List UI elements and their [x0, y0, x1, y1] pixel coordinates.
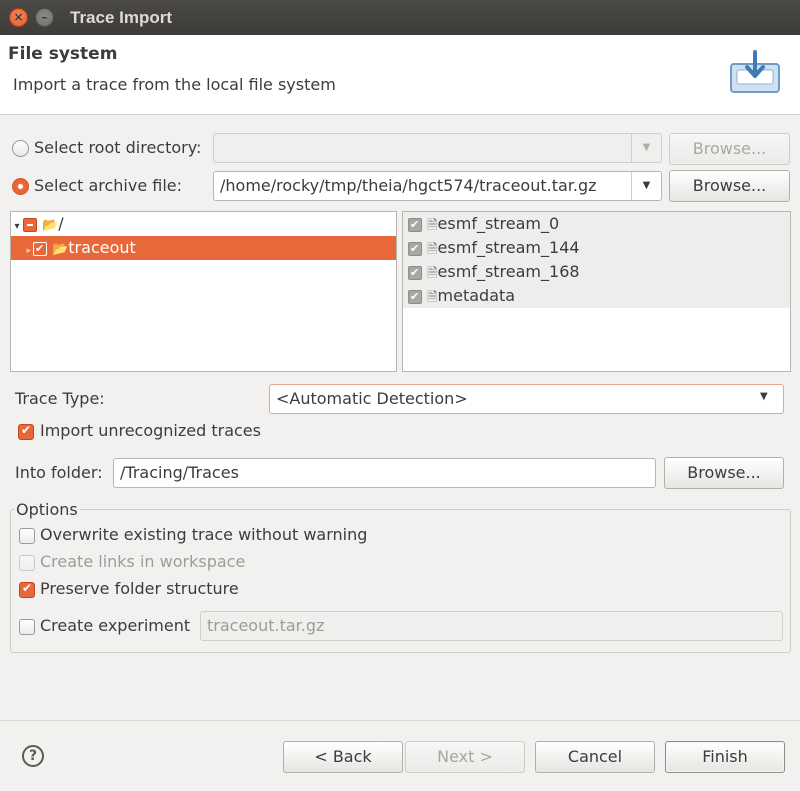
archive-file-browse-button[interactable]: Browse... — [669, 170, 790, 202]
root-directory-label: Select root directory: — [34, 138, 202, 157]
file-icon: 🗎 — [427, 218, 438, 233]
folder-open-icon: 📂 — [52, 242, 69, 257]
file-checkbox[interactable] — [408, 285, 422, 309]
import-unrecognized-label: Import unrecognized traces — [40, 421, 261, 440]
import-icon — [730, 50, 780, 93]
close-window-button[interactable]: × — [9, 8, 28, 27]
window-title: Trace Import — [70, 8, 173, 27]
trace-type-label: Trace Type: — [15, 389, 105, 408]
file-row[interactable]: 🗎esmf_stream_144 — [403, 236, 790, 261]
minimize-icon: – — [41, 10, 48, 24]
footer-separator — [0, 720, 800, 721]
help-icon[interactable]: ? — [22, 745, 44, 767]
tree-root-checkbox[interactable] — [23, 217, 37, 232]
finish-button[interactable]: Finish — [665, 741, 785, 773]
import-unrecognized-checkbox[interactable] — [18, 423, 34, 440]
create-links-checkbox — [19, 555, 35, 571]
tree-traceout-checkbox[interactable] — [33, 237, 47, 261]
next-button: Next > — [405, 741, 525, 773]
chevron-down-icon[interactable]: ▼ — [631, 172, 661, 200]
overwrite-label: Overwrite existing trace without warning — [40, 525, 368, 544]
back-button[interactable]: < Back — [283, 741, 403, 773]
create-links-label: Create links in workspace — [40, 552, 246, 571]
file-icon: 🗎 — [427, 266, 438, 281]
experiment-name-input: traceout.tar.gz — [200, 611, 783, 641]
expand-arrow-icon[interactable]: ▸ — [11, 239, 31, 263]
file-row[interactable]: 🗎metadata — [403, 284, 790, 309]
options-legend: Options — [14, 500, 80, 519]
preserve-structure-label: Preserve folder structure — [40, 579, 239, 598]
cancel-button[interactable]: Cancel — [535, 741, 655, 773]
trace-type-combo[interactable]: <Automatic Detection> — [269, 384, 784, 414]
create-experiment-label: Create experiment — [40, 616, 191, 635]
tree-row-traceout[interactable]: ▸ 📂traceout — [11, 236, 396, 263]
page-description: Import a trace from the local file syste… — [13, 75, 336, 94]
file-checkbox[interactable] — [408, 237, 422, 261]
file-checkbox[interactable] — [408, 261, 422, 285]
file-icon: 🗎 — [427, 290, 438, 305]
folder-open-icon: 📂 — [42, 218, 59, 233]
archive-file-radio[interactable] — [12, 178, 29, 195]
archive-file-label: Select archive file: — [34, 176, 183, 195]
file-row[interactable]: 🗎esmf_stream_0 — [403, 212, 790, 237]
into-folder-input[interactable]: /Tracing/Traces — [113, 458, 656, 488]
root-directory-browse-button: Browse... — [669, 133, 790, 165]
root-directory-radio[interactable] — [12, 140, 29, 157]
file-checkbox[interactable] — [408, 213, 422, 237]
preserve-structure-checkbox[interactable] — [19, 581, 35, 598]
into-folder-label: Into folder: — [15, 463, 103, 482]
into-folder-browse-button[interactable]: Browse... — [664, 457, 784, 489]
tree-row-root[interactable]: ▾ 📂/ — [11, 212, 396, 236]
chevron-down-icon[interactable]: ▼ — [760, 391, 768, 402]
page-title: File system — [8, 44, 118, 64]
minimize-window-button[interactable]: – — [35, 8, 54, 27]
archive-file-combo[interactable]: /home/rocky/tmp/theia/hgct574/traceout.t… — [213, 171, 662, 201]
close-icon: × — [13, 10, 24, 24]
create-experiment-checkbox[interactable] — [19, 619, 35, 635]
root-directory-combo — [213, 133, 662, 163]
file-row[interactable]: 🗎esmf_stream_168 — [403, 260, 790, 285]
overwrite-checkbox[interactable] — [19, 528, 35, 544]
chevron-down-icon: ▼ — [631, 134, 661, 162]
file-icon: 🗎 — [427, 242, 438, 257]
